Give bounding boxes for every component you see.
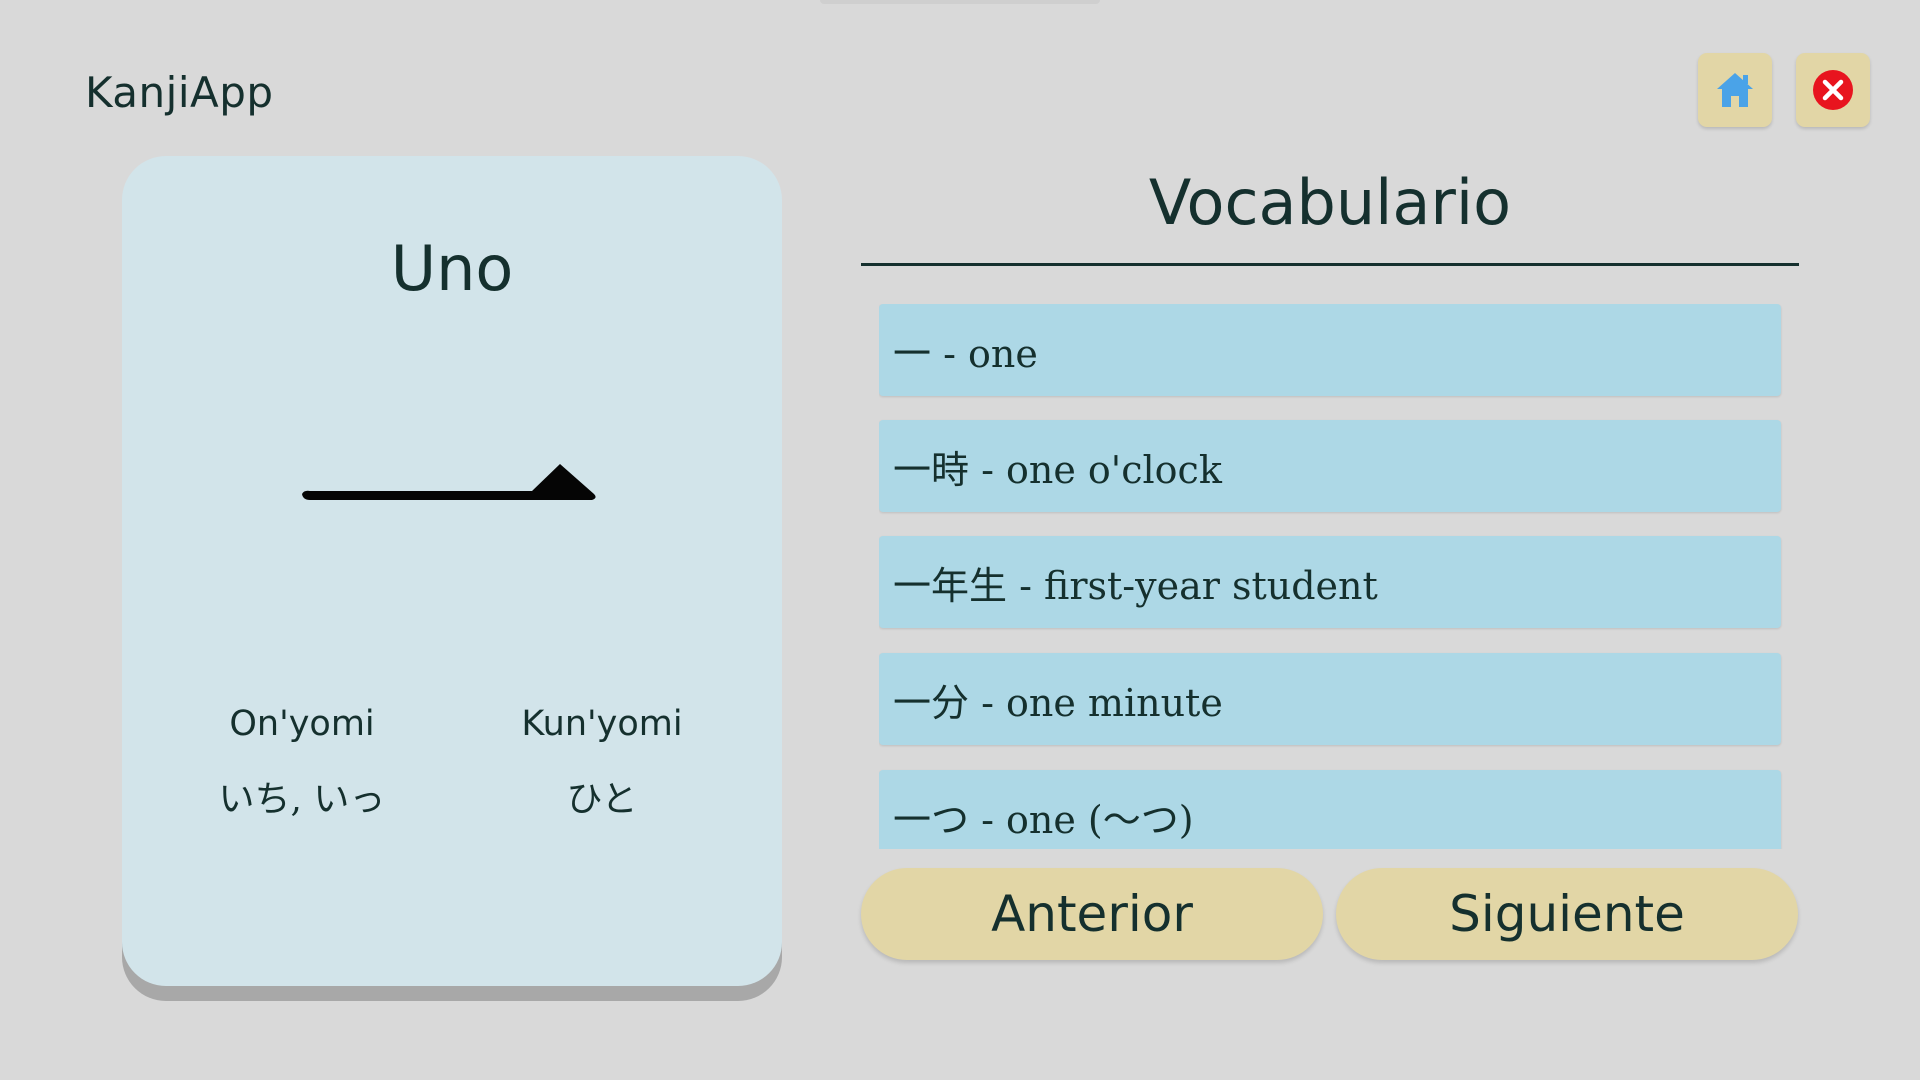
next-button[interactable]: Siguiente xyxy=(1336,868,1798,960)
vocab-item[interactable]: 一分 - one minute xyxy=(879,653,1781,745)
home-button[interactable] xyxy=(1698,53,1772,127)
kanji-meaning: Uno xyxy=(390,232,514,305)
home-icon xyxy=(1717,73,1753,107)
close-button[interactable] xyxy=(1796,53,1870,127)
kunyomi-label: Kun'yomi xyxy=(521,704,683,744)
close-icon xyxy=(1813,70,1853,110)
kanji-character xyxy=(302,464,596,500)
kunyomi-section: Kun'yomi ひと xyxy=(452,704,752,822)
onyomi-label: On'yomi xyxy=(229,704,375,744)
app-title: KanjiApp xyxy=(85,68,274,117)
vocab-item[interactable]: 一時 - one o'clock xyxy=(879,420,1781,512)
vocabulary-list[interactable]: 一 - one 一時 - one o'clock 一年生 - first-yea… xyxy=(879,304,1783,849)
kunyomi-value: ひと xyxy=(566,779,638,820)
previous-button[interactable]: Anterior xyxy=(861,868,1323,960)
onyomi-value: いち, いっ xyxy=(218,779,386,820)
vocab-item[interactable]: 一年生 - first-year student xyxy=(879,536,1781,628)
vocab-item[interactable]: 一 - one xyxy=(879,304,1781,396)
vocabulary-divider xyxy=(861,263,1799,266)
vocabulary-title: Vocabulario xyxy=(1148,166,1512,239)
kanji-card: Uno On'yomi いち, いっ Kun'yomi ひと xyxy=(122,156,782,986)
top-handle xyxy=(820,0,1100,4)
vocab-item[interactable]: 一つ - one (～つ) xyxy=(879,770,1781,849)
onyomi-section: On'yomi いち, いっ xyxy=(152,704,452,822)
